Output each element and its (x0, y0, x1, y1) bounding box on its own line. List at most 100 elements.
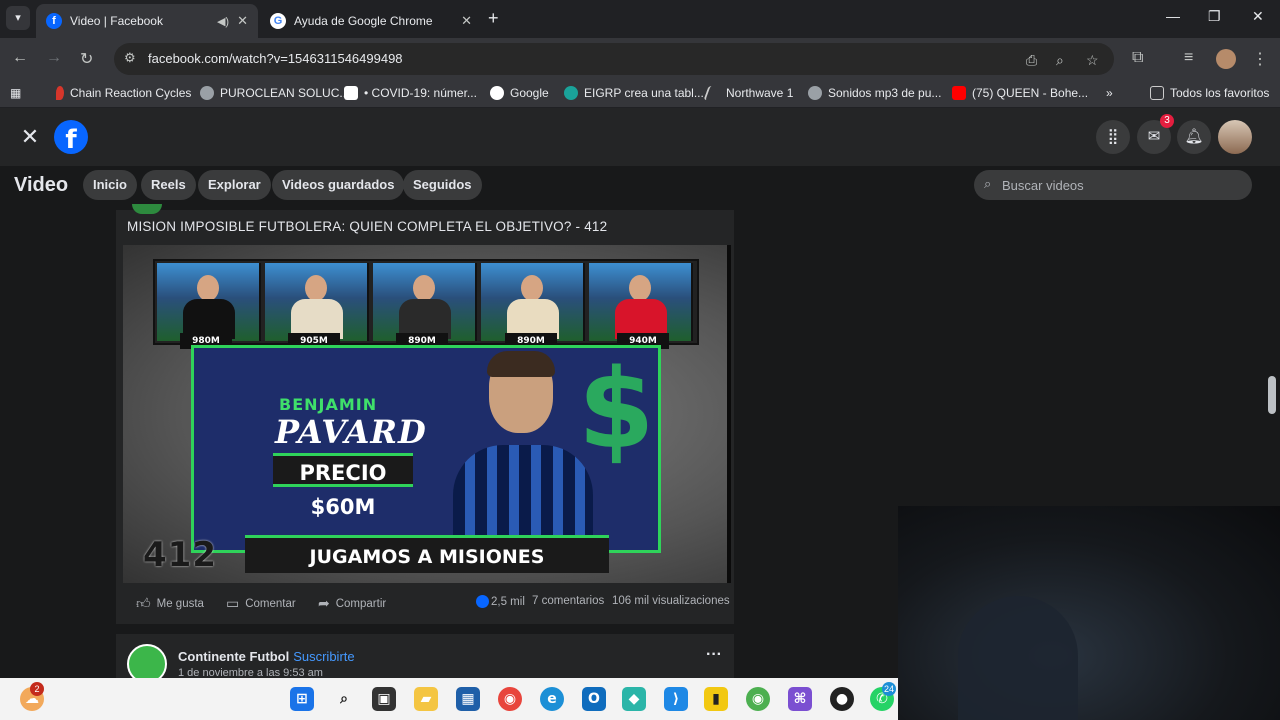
menu-kebab-icon[interactable]: ⋮ (1252, 49, 1268, 69)
facebook-logo-icon[interactable]: f (54, 120, 88, 155)
episode-number: 412 (143, 535, 217, 575)
file-explorer-icon[interactable]: ▰ (414, 687, 438, 711)
search-icon[interactable]: ⌕ (332, 687, 356, 711)
share-button[interactable]: ➦ Compartir (318, 595, 386, 612)
webcam-person (958, 596, 1078, 720)
video-banner: JUGAMOS A MISIONES FUTBOLERAS (245, 535, 609, 573)
subscribe-link[interactable]: Suscribirte (293, 649, 354, 664)
more-options-icon[interactable]: ··· (706, 646, 722, 664)
close-tab-icon[interactable]: ✕ (237, 13, 248, 29)
nav-seguidos[interactable]: Seguidos (403, 170, 482, 200)
player-last-name: PAVARD (275, 413, 427, 451)
obs-app-icon[interactable]: ⌘ (788, 687, 812, 711)
search-icon: ⌕ (984, 176, 992, 191)
close-tab-icon[interactable]: ✕ (461, 13, 472, 29)
cam-2 (265, 263, 369, 341)
bookmark-eigrp[interactable]: EIGRP crea una tabl... (564, 86, 704, 100)
recording-app-icon[interactable]: ● (830, 687, 854, 711)
like-button[interactable]: 👍︎ Me gusta (136, 595, 204, 612)
post-title[interactable]: MISION IMPOSIBLE FUTBOLERA: QUIEN COMPLE… (127, 219, 607, 234)
site-info-icon[interactable]: ⚙ (124, 50, 136, 66)
nav-reels[interactable]: Reels (141, 170, 196, 200)
bookmark-northwave[interactable]: Northwave 1 (703, 86, 793, 100)
comment-button[interactable]: ▭ Comentar (226, 595, 296, 612)
player-first-name: BENJAMIN (279, 395, 378, 414)
globe-icon (808, 86, 822, 100)
youtube-icon (952, 86, 966, 100)
reload-icon[interactable]: ↻ (80, 49, 93, 69)
cube-app-icon[interactable]: ◆ (622, 687, 646, 711)
like-reaction-icon (476, 595, 489, 608)
northwave-icon (703, 86, 723, 100)
speaker-icon[interactable]: ◀) (217, 15, 229, 28)
chain-reaction-icon (56, 86, 64, 100)
install-app-icon[interactable]: ⎙ (1026, 52, 1037, 69)
media-controls-icon[interactable]: ≡ (1184, 49, 1193, 67)
forward-icon[interactable]: → (46, 49, 62, 67)
back-icon[interactable]: ← (12, 49, 28, 67)
notifications-bell-icon[interactable]: 🔔︎ (1177, 120, 1211, 154)
bookmark-google[interactable]: Google (490, 86, 549, 100)
weather-badge: 2 (30, 682, 44, 696)
search-input[interactable] (1002, 170, 1242, 200)
cam-1 (157, 263, 261, 341)
windows-taskbar: ☁ 2 ⊞ ⌕ ▣ ▰ ▦ ◉ e O ◆ ⟩ ▮ ◉ ⌘ ● ✆ 24 (0, 678, 898, 720)
powerbi-icon[interactable]: ▮ (704, 687, 728, 711)
bookmark-covid[interactable]: • COVID-19: númer... (344, 86, 477, 100)
browser-toolbar: ← → ↻ ⚙ facebook.com/watch?v=15463115464… (0, 38, 1280, 80)
outlook-icon[interactable]: O (582, 687, 606, 711)
tab-chrome-help[interactable]: G Ayuda de Google Chrome ✕ (260, 4, 482, 38)
tab-facebook-video[interactable]: f Video | Facebook ◀) ✕ (36, 4, 258, 38)
facebook-favicon-icon: f (46, 13, 62, 29)
video-player[interactable]: 980M 905M 890M 890M 940M $ BENJAMIN PAVA… (123, 245, 731, 583)
tab-search-chevron-icon[interactable]: ▾ (6, 6, 30, 30)
bookmark-puroclean[interactable]: PUROCLEAN SOLUC... (200, 86, 349, 100)
edge-icon[interactable]: e (540, 687, 564, 711)
bookmarks-bar: ▦ Chain Reaction Cycles PUROCLEAN SOLUC.… (0, 80, 1280, 108)
reactions-count[interactable]: 2,5 mil (476, 595, 525, 608)
bookmark-chain-reaction[interactable]: Chain Reaction Cycles (56, 86, 191, 100)
bookmark-sonidos[interactable]: Sonidos mp3 de pu... (808, 86, 941, 100)
start-icon[interactable]: ⊞ (290, 687, 314, 711)
bookmark-star-icon[interactable]: ☆ (1086, 52, 1099, 69)
scrollbar-thumb[interactable] (1268, 376, 1276, 414)
nav-inicio[interactable]: Inicio (83, 170, 137, 200)
next-post-card: Continente Futbol Suscribirte 1 de noviem… (116, 634, 734, 684)
bookmark-all-favorites[interactable]: Todos los favoritos (1150, 86, 1269, 100)
menu-grid-icon[interactable]: ⣿ (1096, 120, 1130, 154)
google-icon (490, 86, 504, 100)
chrome-icon[interactable]: ◉ (498, 687, 522, 711)
url-text[interactable]: facebook.com/watch?v=1546311546499498 (148, 51, 403, 66)
apps-grid-icon[interactable]: ▦ (10, 86, 21, 100)
new-tab-icon[interactable]: + (488, 8, 499, 29)
comment-icon: ▭ (226, 595, 240, 611)
covid-icon (344, 86, 358, 100)
profile-avatar[interactable] (1216, 49, 1236, 69)
nav-videos-guardados[interactable]: Videos guardados (272, 170, 405, 200)
minimize-icon[interactable]: — (1166, 8, 1180, 24)
post-actions: 👍︎ Me gusta ▭ Comentar ➦ Compartir 2,5 mil … (116, 593, 734, 613)
vscode-icon[interactable]: ⟩ (664, 687, 688, 711)
store-icon[interactable]: ▦ (456, 687, 480, 711)
page-avatar[interactable] (132, 204, 162, 214)
tab-title: Ayuda de Google Chrome (294, 14, 433, 28)
nav-explorar[interactable]: Explorar (198, 170, 271, 200)
close-icon[interactable]: ✕ (14, 122, 46, 154)
task-view-icon[interactable]: ▣ (372, 687, 396, 711)
close-window-icon[interactable]: ✕ (1252, 8, 1264, 25)
tab-strip: ▾ f Video | Facebook ◀) ✕ G Ayuda de Goo… (0, 0, 1280, 38)
restore-icon[interactable]: ❐ (1208, 8, 1221, 25)
bookmarks-overflow-icon[interactable]: » (1106, 86, 1113, 100)
whatsapp-badge: 24 (882, 682, 896, 696)
chrome-profile-icon[interactable]: ◉ (746, 687, 770, 711)
video-search[interactable]: ⌕ (974, 170, 1252, 200)
address-bar[interactable]: ⚙ facebook.com/watch?v=1546311546499498 … (114, 43, 1114, 75)
extensions-icon[interactable]: ⧉ (1132, 49, 1143, 67)
user-avatar[interactable] (1218, 120, 1252, 154)
comments-count[interactable]: 7 comentarios (532, 595, 604, 607)
thumbs-up-icon: 👍︎ (136, 595, 151, 611)
page-name[interactable]: Continente Futbol Suscribirte (178, 649, 355, 664)
messenger-badge: 3 (1160, 114, 1174, 128)
bookmark-queen[interactable]: (75) QUEEN - Bohe... (952, 86, 1088, 100)
zoom-icon[interactable]: ⌕ (1056, 52, 1064, 69)
